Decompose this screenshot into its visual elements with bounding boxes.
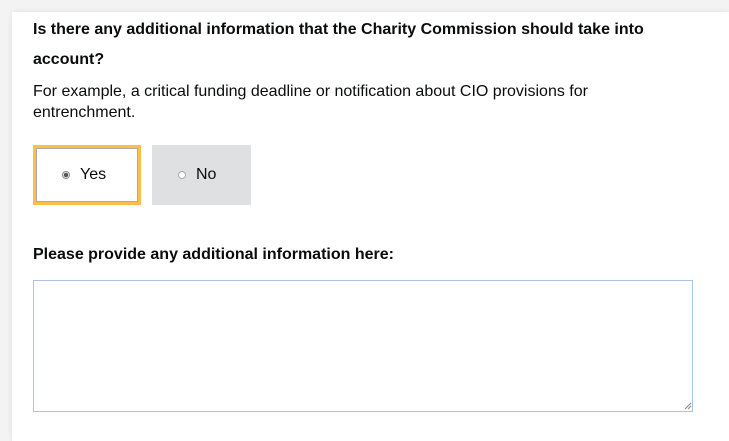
radio-unchecked-icon[interactable] (178, 171, 186, 179)
resize-grip-icon[interactable] (684, 402, 692, 410)
yes-label: Yes (80, 166, 107, 183)
no-radio-option[interactable]: No (152, 145, 251, 205)
question-title: Is there any additional information that… (33, 21, 644, 68)
yes-radio-option[interactable]: Yes (33, 145, 141, 205)
no-label: No (196, 166, 217, 183)
additional-info-label: Please provide any additional informatio… (33, 246, 394, 263)
question-hint: For example, a critical funding deadline… (33, 83, 588, 121)
radio-checked-icon[interactable] (62, 171, 70, 179)
additional-info-textarea[interactable] (33, 280, 693, 412)
